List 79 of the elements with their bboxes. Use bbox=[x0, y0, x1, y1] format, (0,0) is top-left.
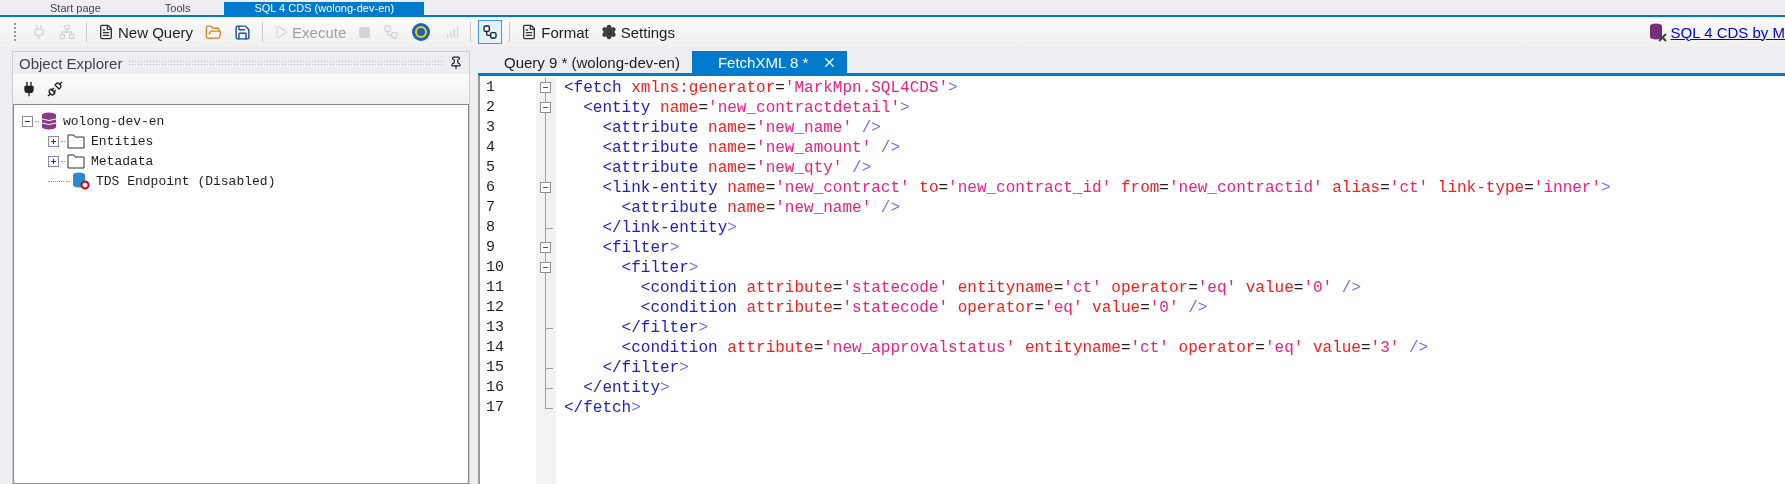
network-icon bbox=[59, 24, 75, 40]
line-number: 12 bbox=[485, 298, 505, 318]
toolbar-button[interactable]: New Query bbox=[94, 20, 198, 44]
diagram-icon bbox=[383, 24, 400, 40]
line-number: 6 bbox=[485, 178, 496, 198]
fold-collapse-icon[interactable] bbox=[540, 182, 551, 193]
fold-collapse-icon[interactable] bbox=[540, 242, 551, 253]
collapse-toggle[interactable] bbox=[22, 115, 33, 127]
line-number: 7 bbox=[485, 198, 496, 218]
document-icon bbox=[98, 24, 114, 40]
settings-icon bbox=[600, 24, 617, 40]
line-number: 13 bbox=[485, 318, 505, 338]
document-icon bbox=[521, 24, 538, 40]
code-line: </fetch> bbox=[564, 398, 642, 418]
code-line: <condition attribute='statecode' operator='eq' value='0' /> bbox=[639, 298, 1209, 318]
code-line: <attribute name='new_qty' /> bbox=[601, 158, 873, 178]
code-line: <entity name='new_contractdetail'> bbox=[582, 98, 911, 118]
code-line: </link-entity> bbox=[601, 218, 738, 238]
play-icon bbox=[274, 25, 289, 39]
line-number: 4 bbox=[485, 138, 496, 158]
folder-icon bbox=[67, 133, 85, 149]
stop-icon bbox=[358, 25, 372, 39]
line-number: 3 bbox=[485, 118, 496, 138]
tree-item[interactable]: TDS Endpoint (Disabled) bbox=[96, 173, 276, 189]
code-line: <attribute name='new_name' /> bbox=[601, 118, 882, 138]
toolbar-button[interactable]: Format bbox=[517, 20, 593, 44]
database-icon bbox=[41, 112, 57, 130]
save-icon bbox=[234, 23, 252, 41]
line-number: 5 bbox=[485, 158, 496, 178]
toolbar-button[interactable]: Settings bbox=[596, 20, 679, 44]
line-number: 11 bbox=[485, 278, 505, 298]
code-line: <filter> bbox=[601, 238, 681, 258]
tree-item[interactable]: wolong-dev-en bbox=[63, 113, 165, 129]
fold-collapse-icon[interactable] bbox=[540, 262, 551, 273]
code-line: <condition attribute='new_approvalstatus' entityname='ct' operator='eq' value='3' /> bbox=[620, 338, 1430, 358]
code-line: </entity> bbox=[582, 378, 671, 398]
toolbar-button[interactable] bbox=[478, 20, 503, 44]
line-number: 16 bbox=[485, 378, 505, 398]
panel-title: Object Explorer bbox=[19, 54, 123, 72]
tree-item[interactable]: Metadata bbox=[91, 153, 154, 169]
line-number: 1 bbox=[485, 78, 496, 98]
document-tab[interactable]: Start page bbox=[20, 2, 131, 15]
code-line: </filter> bbox=[601, 358, 690, 378]
code-line: <condition attribute='statecode' entityname='ct' operator='eq' value='0' /> bbox=[639, 278, 1362, 298]
code-line: <filter> bbox=[620, 258, 700, 278]
folder-icon bbox=[205, 23, 223, 41]
code-line: <link-entity name='new_contract' to='new_contract_id' from='new_contractid' alias='ct' link-type='inner'> bbox=[601, 178, 1611, 198]
fold-collapse-icon[interactable] bbox=[540, 102, 551, 113]
line-number: 15 bbox=[485, 358, 505, 378]
pin-icon[interactable] bbox=[449, 56, 463, 70]
fold-collapse-icon[interactable] bbox=[540, 82, 551, 93]
line-number: 8 bbox=[485, 218, 496, 238]
tree-item[interactable]: Entities bbox=[91, 133, 154, 149]
line-number: 17 bbox=[485, 398, 505, 418]
code-line: <fetch xmlns:generator='MarkMpn.SQL4CDS'> bbox=[564, 78, 959, 98]
circle-logo-icon bbox=[411, 22, 432, 42]
expand-toggle[interactable] bbox=[48, 135, 59, 147]
line-number: 9 bbox=[485, 238, 496, 258]
database-disabled-icon bbox=[72, 172, 90, 190]
code-line: </filter> bbox=[620, 318, 710, 338]
document-tab[interactable]: Tools bbox=[134, 2, 221, 15]
diagram-toggle-icon bbox=[482, 24, 499, 40]
folder-icon bbox=[67, 153, 85, 169]
line-number: 10 bbox=[485, 258, 505, 278]
editor-tab[interactable]: FetchXML 8 * bbox=[691, 51, 848, 73]
code-line: <attribute name='new_amount' /> bbox=[601, 138, 902, 158]
line-number: 14 bbox=[485, 338, 505, 358]
document-tab[interactable]: SQL 4 CDS (wolong-dev-en) bbox=[224, 2, 425, 15]
line-number: 2 bbox=[485, 98, 496, 118]
code-editor[interactable] bbox=[478, 76, 1785, 484]
about-link[interactable]: SQL 4 CDS by M bbox=[1670, 23, 1785, 41]
connect-icon[interactable] bbox=[21, 81, 37, 97]
disconnect-icon[interactable] bbox=[47, 81, 63, 97]
editor-tab[interactable]: Query 9 * (wolong-dev-en) bbox=[478, 51, 690, 73]
bar-chart-icon bbox=[443, 24, 460, 40]
expand-toggle[interactable] bbox=[48, 155, 59, 167]
toolbar-grip bbox=[14, 23, 19, 41]
code-line: <attribute name='new_name' /> bbox=[620, 198, 902, 218]
plug-icon bbox=[31, 24, 47, 40]
